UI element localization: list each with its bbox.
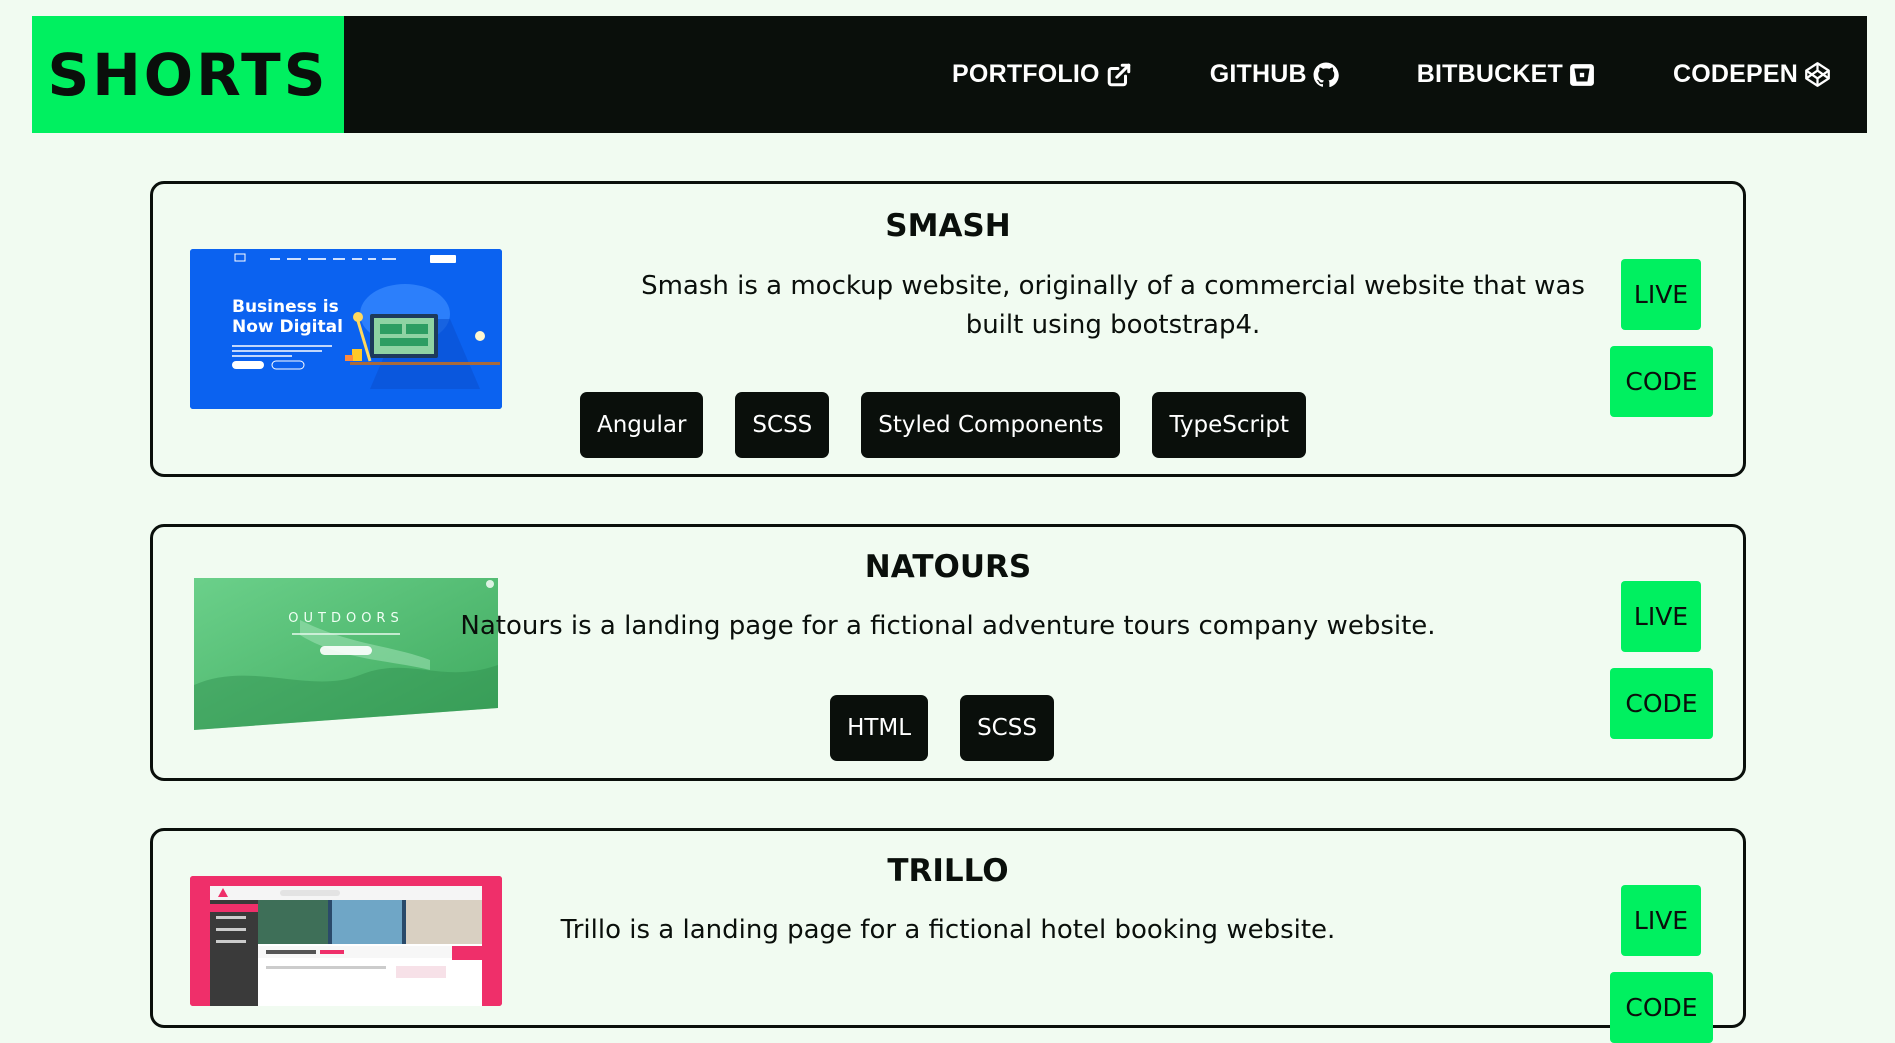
project-card-trillo: TRILLO Trillo is a landing page for a fi…	[150, 828, 1746, 1043]
nav-link-label: GITHUB	[1209, 60, 1307, 88]
tech-tag: HTML	[830, 695, 929, 761]
tech-tag: Angular	[579, 392, 704, 458]
external-link-icon	[1106, 62, 1132, 88]
tech-tag: SCSS	[735, 392, 830, 458]
tech-tag: Styled Components	[861, 392, 1121, 458]
nav-link-label: PORTFOLIO	[952, 60, 1100, 88]
code-button[interactable]: CODE	[1610, 346, 1713, 417]
project-description: Trillo is a landing page for a fictional…	[560, 915, 1336, 945]
nav-link-bitbucket[interactable]: BITBUCKET	[1417, 60, 1595, 89]
tech-tag-list: Angular SCSS Styled Components TypeScrip…	[148, 392, 1738, 458]
project-title: SMASH	[885, 208, 1011, 244]
nav-link-label: CODEPEN	[1672, 60, 1798, 88]
tech-tag: TypeScript	[1152, 392, 1307, 458]
site-logo[interactable]: SHORTS	[32, 16, 344, 133]
tech-tag: SCSS	[960, 695, 1054, 761]
live-button[interactable]: LIVE	[1621, 581, 1701, 652]
live-button[interactable]: LIVE	[1621, 259, 1701, 330]
codepen-icon	[1804, 61, 1831, 88]
nav-link-codepen[interactable]: CODEPEN	[1673, 60, 1831, 89]
thumbnail-headline: Business is	[232, 297, 339, 317]
project-title: NATOURS	[864, 549, 1032, 585]
site-logo-text: SHORTS	[47, 40, 329, 109]
code-button[interactable]: CODE	[1610, 668, 1713, 739]
bitbucket-icon	[1569, 62, 1595, 88]
thumbnail-headline: Now Digital	[232, 317, 343, 337]
project-card-natours: OUTDOORS NATOURS Natours is a landing pa…	[150, 524, 1746, 781]
project-card-smash: Business is Now Digital SMASH Smash is a…	[150, 181, 1746, 477]
nav-link-label: BITBUCKET	[1416, 60, 1563, 88]
project-title: TRILLO	[887, 853, 1009, 889]
project-description: Smash is a mockup website, originally of…	[641, 271, 1585, 340]
project-thumbnail[interactable]: Business is Now Digital	[190, 249, 502, 409]
code-button[interactable]: CODE	[1610, 972, 1713, 1043]
github-icon	[1313, 62, 1339, 88]
tech-tag-list: HTML SCSS	[147, 695, 1737, 761]
site-header: SHORTS PORTFOLIO GITHUB BITBUCKET CODEPE…	[32, 16, 1867, 133]
nav-link-portfolio[interactable]: PORTFOLIO	[952, 60, 1132, 89]
live-button[interactable]: LIVE	[1621, 885, 1701, 956]
project-description: Natours is a landing page for a fictiona…	[460, 611, 1436, 641]
main-nav: PORTFOLIO GITHUB BITBUCKET CODEPEN	[952, 16, 1831, 133]
nav-link-github[interactable]: GITHUB	[1210, 60, 1339, 89]
